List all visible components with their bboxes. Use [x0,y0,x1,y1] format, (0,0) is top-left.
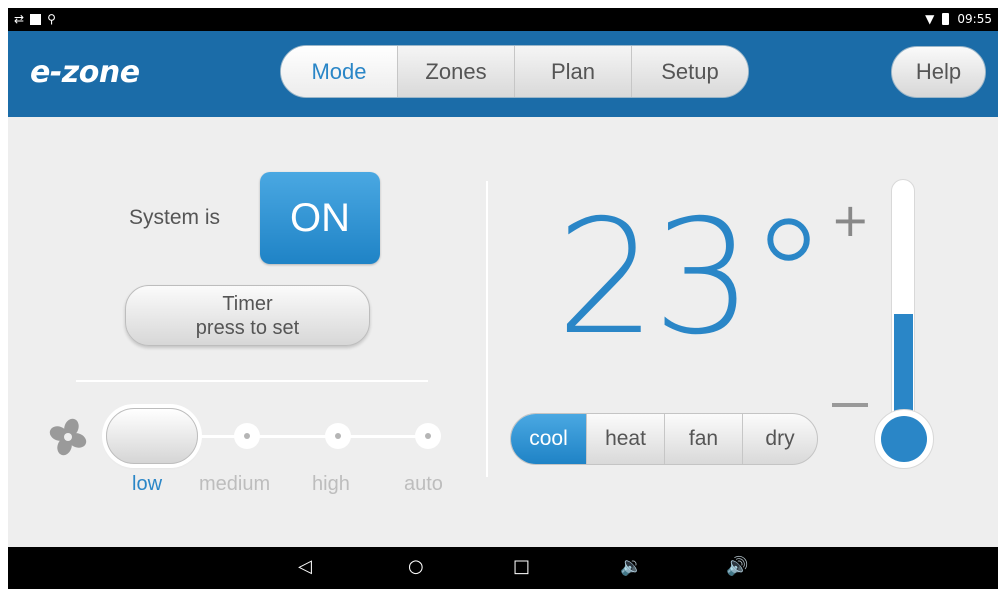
divider [76,380,428,382]
fan-icon [49,418,87,456]
panel-divider [486,181,488,477]
status-time: 09:55 [957,12,992,26]
app-logo: e-zone [30,55,140,90]
fan-speed-stop-high[interactable] [325,423,351,449]
volume-up-icon[interactable]: 🔊 [726,557,748,577]
fan-speed-option-medium[interactable]: medium [199,473,270,496]
timer-button[interactable]: Timer press to set [125,285,370,346]
fan-speed-option-auto[interactable]: auto [404,473,443,496]
fan-speed-slider-handle[interactable] [106,408,198,464]
system-power-button[interactable]: ON [260,172,380,264]
fan-speed-track[interactable] [158,435,430,438]
tab-mode[interactable]: Mode [281,46,397,97]
main-tabs: Mode Zones Plan Setup [280,45,749,98]
mode-panel: System is ON Timer press to set low medi… [8,117,998,547]
mode-dry[interactable]: dry [742,414,817,464]
signal-arrows-icon: ⇄ [14,12,25,26]
android-nav-bar: ◁ ○ □ 🔉 🔊 [8,547,998,589]
decrease-temperature-button[interactable] [832,403,868,407]
mode-cool[interactable]: cool [511,414,586,464]
recents-icon[interactable]: □ [513,557,530,577]
timer-label: Timer [222,292,273,315]
home-icon[interactable]: ○ [408,557,424,577]
temperature-setpoint: 23° [556,186,828,370]
mode-fan[interactable]: fan [664,414,742,464]
battery-icon [942,13,950,25]
back-icon[interactable]: ◁ [298,557,312,577]
volume-down-icon[interactable]: 🔉 [620,557,642,577]
help-button[interactable]: Help [891,46,986,98]
fan-speed-option-low[interactable]: low [132,473,162,496]
status-bar: ⇄ ⚲ ▼ 09:55 [8,8,998,31]
timer-hint: press to set [195,316,300,339]
temperature-slider-bulb[interactable] [874,409,934,469]
fan-speed-stop-auto[interactable] [415,423,441,449]
mode-heat[interactable]: heat [586,414,664,464]
tab-setup[interactable]: Setup [631,46,748,97]
app-header: e-zone Mode Zones Plan Setup Help [8,31,998,117]
increase-temperature-button[interactable]: + [831,197,870,243]
system-status-label: System is [129,206,221,229]
fan-speed-option-high[interactable]: high [312,473,350,496]
usb-icon: ⚲ [47,12,56,26]
tab-zones[interactable]: Zones [397,46,514,97]
fan-speed-stop-medium[interactable] [234,423,260,449]
tab-plan[interactable]: Plan [514,46,631,97]
square-notification-icon [30,13,42,25]
mode-selector: cool heat fan dry [510,413,818,465]
wifi-icon: ▼ [925,12,935,26]
